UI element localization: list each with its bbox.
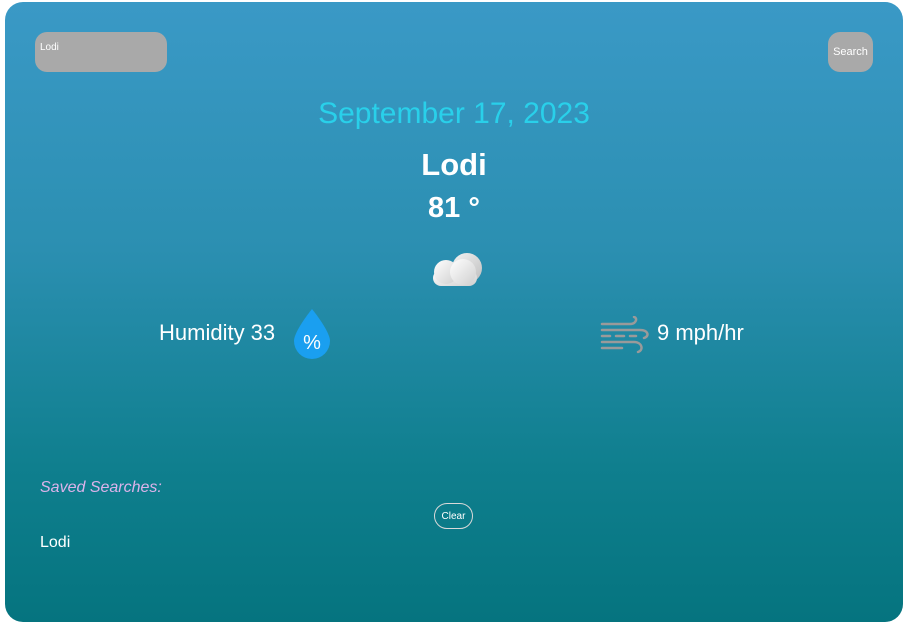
- humidity-drop-icon: %: [294, 309, 330, 359]
- saved-searches-title: Saved Searches:: [40, 479, 162, 496]
- humidity-percent-glyph: %: [303, 332, 321, 354]
- humidity-label: Humidity 33: [159, 320, 276, 345]
- weather-card: Lodi Search September 17, 2023 Lodi 81 °…: [5, 2, 903, 622]
- cloud-icon: [433, 253, 482, 286]
- clear-button[interactable]: Clear: [434, 503, 473, 529]
- search-button[interactable]: Search: [828, 32, 873, 72]
- wind-speed-label: 9 mph/hr: [657, 320, 744, 345]
- saved-search-item[interactable]: Lodi: [40, 534, 70, 552]
- wind-icon: [600, 316, 649, 354]
- current-date: September 17, 2023: [318, 97, 590, 130]
- city-name: Lodi: [421, 147, 487, 182]
- search-input[interactable]: Lodi: [35, 32, 167, 72]
- temperature: 81 °: [428, 192, 480, 224]
